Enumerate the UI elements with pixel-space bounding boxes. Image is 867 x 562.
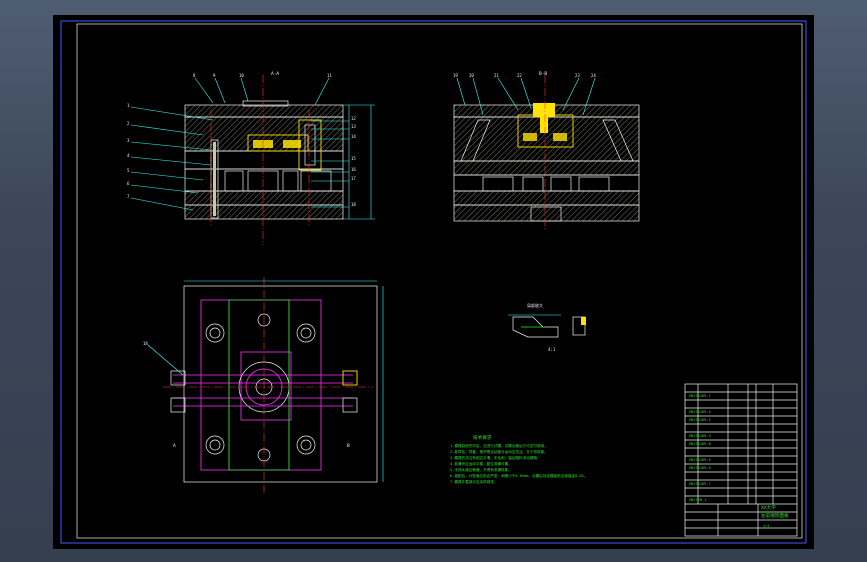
svg-text:24: 24 xyxy=(591,73,596,78)
svg-text:4.各滑块应运动平稳，复位准确可靠。: 4.各滑块应运动平稳，复位准确可靠。 xyxy=(450,461,512,466)
svg-text:GB/T4169.1: GB/T4169.1 xyxy=(689,394,711,398)
svg-text:3.模具的浇注系统应平滑，无毛刺，保证熔料流动顺畅。: 3.模具的浇注系统应平滑，无毛刺，保证熔料流动顺畅。 xyxy=(450,455,541,460)
svg-text:4:1: 4:1 xyxy=(548,347,556,352)
front-section-view: A-A 1 2 3 4 5 6 7 8 9 10 11 12 13 14 15 … xyxy=(127,71,375,245)
title-block-company: XX大学 xyxy=(761,504,776,511)
svg-text:5: 5 xyxy=(127,168,130,173)
svg-text:GB/T4169.6: GB/T4169.6 xyxy=(689,466,711,470)
svg-text:GB/T70.1: GB/T70.1 xyxy=(689,498,706,502)
svg-text:6.装配后，分型面应贴合严密，间隙小于0.05mm，合模后动: 6.装配后，分型面应贴合严密，间隙小于0.05mm，合模后动定模板贴合面保证0.… xyxy=(450,473,587,478)
svg-text:22: 22 xyxy=(517,73,522,78)
svg-text:23: 23 xyxy=(575,73,580,78)
title-block: GB/T4169.1 GB/T4169.4 GB/T4169.2 GB/T416… xyxy=(684,383,798,537)
svg-text:17: 17 xyxy=(351,176,356,181)
svg-text:16: 16 xyxy=(351,167,356,172)
svg-text:8: 8 xyxy=(193,73,196,78)
svg-text:GB/T4169.2: GB/T4169.2 xyxy=(689,418,711,422)
svg-text:GB/T4169.7: GB/T4169.7 xyxy=(689,482,711,486)
outer-border xyxy=(60,20,807,544)
svg-text:4: 4 xyxy=(127,153,130,158)
svg-text:2.各导柱、导套、推杆等活动部分运动应灵活，无卡滞现象。: 2.各导柱、导套、推杆等活动部分运动应灵活，无卡滞现象。 xyxy=(450,449,548,454)
drawing-sheet: A-A 1 2 3 4 5 6 7 8 9 10 11 12 13 14 15 … xyxy=(53,15,814,549)
svg-text:12: 12 xyxy=(351,116,356,121)
svg-text:GB/T4169.4: GB/T4169.4 xyxy=(689,410,711,414)
svg-text:7: 7 xyxy=(127,194,130,199)
plan-view: 18 A B xyxy=(143,277,384,495)
svg-text:A: A xyxy=(173,443,176,449)
svg-text:局部放大: 局部放大 xyxy=(527,302,543,308)
side-section-view: B-B 19 20 21 22 23 24 xyxy=(453,71,640,230)
svg-text:1: 1 xyxy=(127,103,130,108)
svg-text:1.模具制造完毕后，应进行试模，试模合格后方可交付使用。: 1.模具制造完毕后，应进行试模，试模合格后方可交付使用。 xyxy=(450,443,548,448)
svg-text:18: 18 xyxy=(351,202,356,207)
svg-text:GB/T4169.8: GB/T4169.8 xyxy=(689,442,711,446)
title-block-sheet: 1:1 xyxy=(763,524,770,528)
svg-text:2: 2 xyxy=(127,121,130,126)
svg-text:19: 19 xyxy=(453,73,458,78)
technical-notes: 技术要求 1.模具制造完毕后，应进行试模，试模合格后方可交付使用。 2.各导柱、… xyxy=(450,434,587,484)
title-block-title: 左前端饰面板 xyxy=(761,512,789,519)
svg-text:21: 21 xyxy=(494,73,499,78)
svg-text:20: 20 xyxy=(469,73,474,78)
svg-text:18: 18 xyxy=(143,341,148,346)
svg-text:GB/T4169.5: GB/T4169.5 xyxy=(689,458,711,462)
svg-text:B: B xyxy=(347,443,350,449)
svg-text:5.冷却水道应畅通，不得有渗漏现象。: 5.冷却水道应畅通，不得有渗漏现象。 xyxy=(450,467,512,472)
svg-text:15: 15 xyxy=(351,156,356,161)
svg-text:3: 3 xyxy=(127,138,130,143)
detail-view: 局部放大 4:1 xyxy=(508,302,586,352)
notes-heading: 技术要求 xyxy=(473,434,492,441)
svg-text:6: 6 xyxy=(127,181,130,186)
svg-text:7.模具外露部分应涂防锈漆。: 7.模具外露部分应涂防锈漆。 xyxy=(450,479,497,484)
svg-text:13: 13 xyxy=(351,124,356,129)
svg-text:11: 11 xyxy=(327,73,332,78)
section-label-front: A-A xyxy=(271,71,279,77)
svg-text:14: 14 xyxy=(351,134,356,139)
svg-text:9: 9 xyxy=(213,73,216,78)
svg-text:10: 10 xyxy=(239,73,244,78)
cad-drawing: A-A 1 2 3 4 5 6 7 8 9 10 11 12 13 14 15 … xyxy=(60,20,807,544)
svg-text:GB/T4169.3: GB/T4169.3 xyxy=(689,434,711,438)
section-label-side: B-B xyxy=(539,71,547,77)
